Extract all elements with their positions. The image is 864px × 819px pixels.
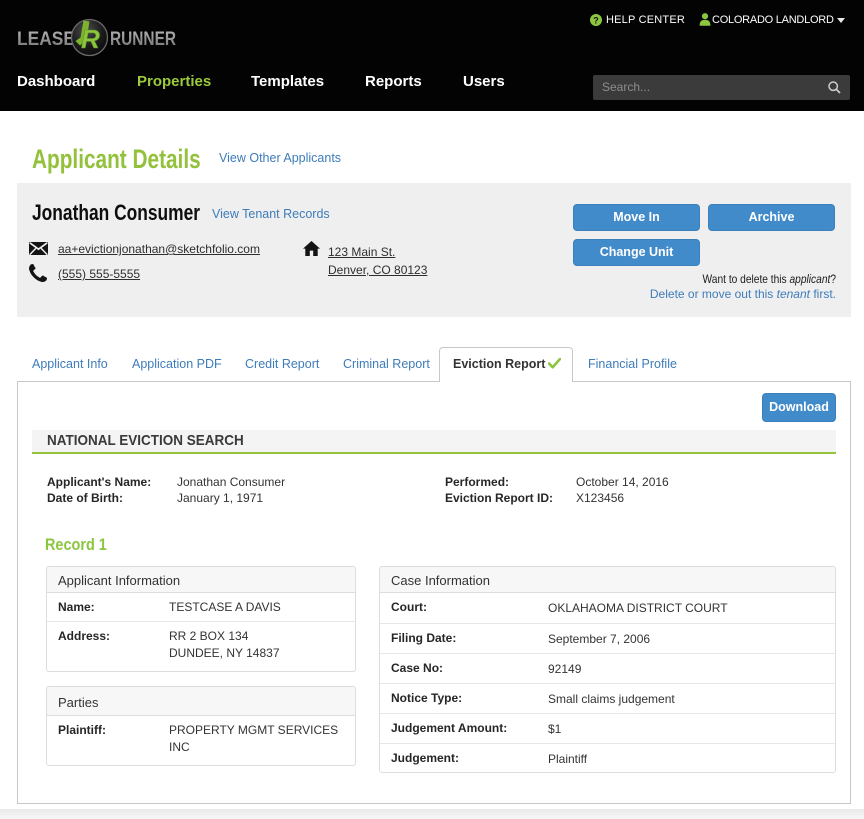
svg-text:?: ? [593,15,599,25]
svg-text:RUNNER: RUNNER [110,28,176,50]
svg-text:LEASE: LEASE [17,28,75,50]
svg-text:R: R [81,24,100,54]
